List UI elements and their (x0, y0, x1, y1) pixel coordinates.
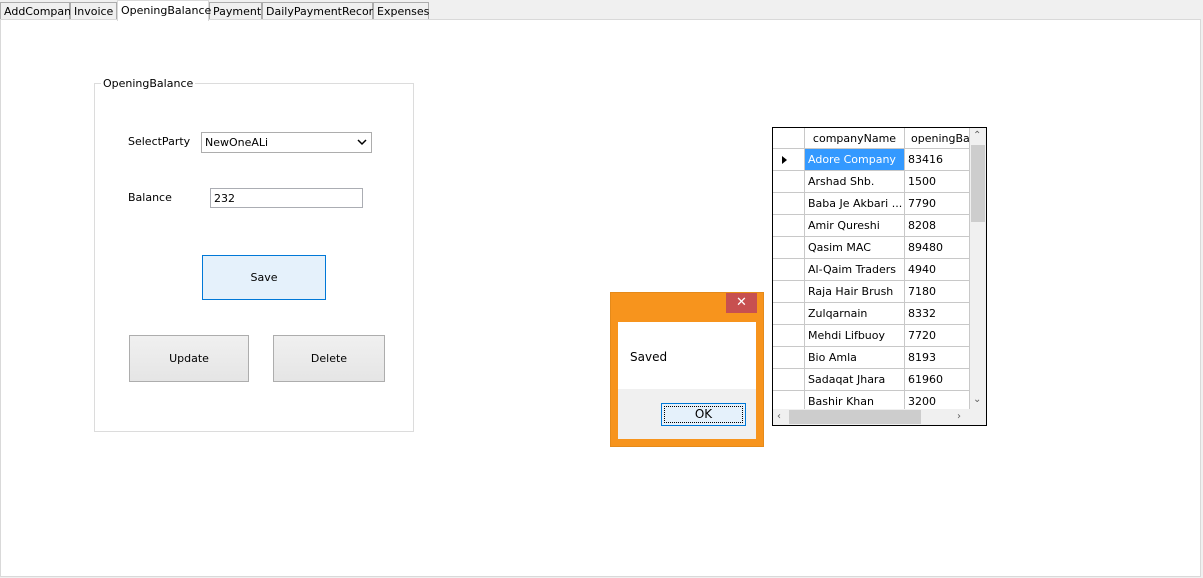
cell-opening-balance[interactable]: 83416 (905, 149, 970, 171)
scroll-down-icon[interactable]: ⌄ (973, 393, 981, 407)
tab-add-company[interactable]: AddCompany (0, 2, 78, 19)
cell-opening-balance[interactable]: 8208 (905, 215, 970, 237)
scroll-up-icon[interactable]: ⌃ (973, 129, 981, 143)
row-header[interactable] (773, 193, 805, 215)
focus-rectangle (664, 406, 743, 423)
balance-input[interactable] (210, 188, 363, 208)
cell-opening-balance[interactable]: 7180 (905, 281, 970, 303)
cell-company-name[interactable]: Raja Hair Brush (805, 281, 905, 303)
tab-expenses[interactable]: Expenses (373, 2, 429, 19)
select-party-combobox[interactable]: NewOneALi (201, 132, 372, 153)
delete-button[interactable]: Delete (273, 335, 385, 382)
vertical-scroll-thumb[interactable] (971, 145, 985, 222)
save-button[interactable]: Save (202, 255, 326, 300)
cell-company-name[interactable]: Baba Je Akbari ... (805, 193, 905, 215)
row-header[interactable] (773, 171, 805, 193)
grid-corner (773, 128, 805, 149)
message-text: Saved (630, 350, 668, 364)
scroll-left-icon[interactable]: ‹ (777, 410, 781, 424)
cell-opening-balance[interactable]: 8193 (905, 347, 970, 369)
groupbox-title: OpeningBalance (101, 77, 196, 90)
horizontal-scrollbar[interactable]: ‹ › (773, 409, 986, 425)
cell-company-name[interactable]: Sadaqat Jhara (805, 369, 905, 391)
current-row-indicator-icon (782, 156, 787, 164)
vertical-scrollbar[interactable]: ⌃ ⌄ (970, 128, 986, 409)
cell-company-name[interactable]: Amir Qureshi (805, 215, 905, 237)
grid-header: companyName openingBala (773, 128, 986, 149)
tab-opening-balance[interactable]: OpeningBalance (117, 0, 211, 21)
scroll-right-icon[interactable]: › (957, 410, 961, 424)
row-header[interactable] (773, 237, 805, 259)
cell-opening-balance[interactable]: 1500 (905, 171, 970, 193)
cell-company-name[interactable]: Arshad Shb. (805, 171, 905, 193)
tab-payment[interactable]: Payment (209, 2, 262, 19)
cell-company-name[interactable]: Bio Amla (805, 347, 905, 369)
cell-opening-balance[interactable]: 7720 (905, 325, 970, 347)
row-header[interactable] (773, 149, 805, 171)
row-header[interactable] (773, 369, 805, 391)
cell-opening-balance[interactable]: 8332 (905, 303, 970, 325)
cell-opening-balance[interactable]: 89480 (905, 237, 970, 259)
row-header[interactable] (773, 325, 805, 347)
tab-invoice[interactable]: Invoice (70, 2, 117, 19)
close-icon[interactable]: ✕ (726, 293, 757, 313)
chevron-down-icon (357, 139, 367, 146)
tab-daily-payment-record[interactable]: DailyPaymentRecord (262, 2, 380, 19)
select-party-value: NewOneALi (205, 136, 269, 149)
cell-opening-balance[interactable]: 4940 (905, 259, 970, 281)
row-header[interactable] (773, 347, 805, 369)
select-party-label: SelectParty (128, 135, 191, 148)
column-header-opening-balance[interactable]: openingBala (905, 128, 970, 149)
cell-company-name[interactable]: Mehdi Lifbuoy (805, 325, 905, 347)
ok-button[interactable]: OK (661, 403, 746, 426)
cell-company-name[interactable]: Adore Company (805, 149, 905, 171)
cell-opening-balance[interactable]: 7790 (905, 193, 970, 215)
horizontal-scroll-thumb[interactable] (789, 410, 921, 424)
column-header-company-name[interactable]: companyName (805, 128, 905, 149)
tab-strip: AddCompany Invoice OpeningBalance Paymen… (0, 0, 1203, 21)
update-button[interactable]: Update (129, 335, 249, 382)
row-header[interactable] (773, 259, 805, 281)
balance-label: Balance (128, 191, 172, 204)
row-header[interactable] (773, 215, 805, 237)
cell-company-name[interactable]: Qasim MAC (805, 237, 905, 259)
row-header[interactable] (773, 281, 805, 303)
cell-opening-balance[interactable]: 61960 (905, 369, 970, 391)
cell-company-name[interactable]: Zulqarnain (805, 303, 905, 325)
company-balance-grid[interactable]: companyName openingBala Adore Company834… (772, 127, 987, 426)
row-header[interactable] (773, 303, 805, 325)
cell-company-name[interactable]: Al-Qaim Traders (805, 259, 905, 281)
